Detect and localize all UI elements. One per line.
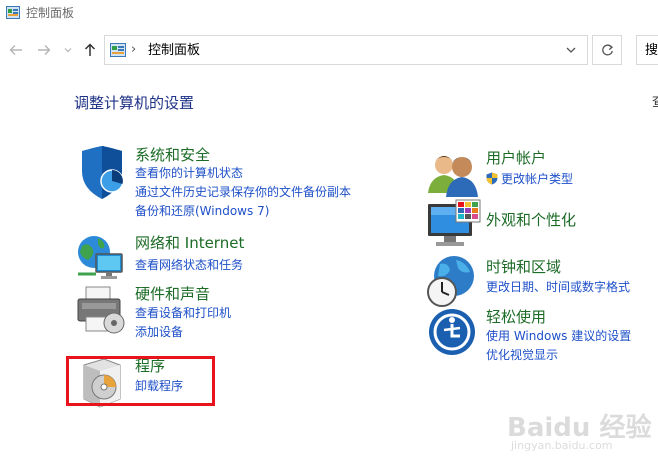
link-view-computer-status[interactable]: 查看你的计算机状态 bbox=[135, 165, 243, 181]
control-panel-icon bbox=[110, 43, 126, 57]
arrow-right-icon bbox=[38, 45, 51, 55]
forward-button[interactable] bbox=[34, 40, 54, 60]
arrow-up-icon bbox=[84, 43, 96, 56]
control-panel-icon bbox=[6, 6, 20, 19]
refresh-button[interactable] bbox=[592, 35, 622, 65]
link-optimize-visual-display[interactable]: 优化视觉显示 bbox=[486, 347, 558, 363]
link-add-device[interactable]: 添加设备 bbox=[135, 324, 183, 340]
link-recommended-settings[interactable]: 使用 Windows 建议的设置 bbox=[486, 328, 631, 344]
highlight-box bbox=[66, 356, 215, 406]
window-title: 控制面板 bbox=[26, 6, 75, 20]
watermark-sub-text: jingyan.baidu.com bbox=[511, 439, 613, 452]
back-button[interactable] bbox=[6, 40, 26, 60]
category-title-user-accounts[interactable]: 用户帐户 bbox=[486, 148, 546, 168]
user-accounts-icon[interactable] bbox=[426, 147, 482, 203]
link-change-account-type[interactable]: 更改帐户类型 bbox=[486, 171, 573, 187]
category-title-clock-region[interactable]: 时钟和区域 bbox=[486, 257, 561, 277]
refresh-icon bbox=[601, 43, 613, 55]
view-by-label[interactable]: 查 bbox=[652, 94, 658, 112]
chevron-down-icon bbox=[64, 48, 72, 53]
globe-network-icon[interactable] bbox=[74, 232, 130, 288]
up-button[interactable] bbox=[80, 40, 100, 60]
printer-icon[interactable] bbox=[74, 283, 130, 339]
search-placeholder: 搜 bbox=[645, 43, 658, 58]
ease-of-access-icon[interactable] bbox=[426, 306, 482, 362]
category-title-appearance[interactable]: 外观和个性化 bbox=[486, 210, 576, 230]
chevron-down-icon[interactable] bbox=[565, 45, 577, 55]
breadcrumb-separator: › bbox=[131, 42, 137, 57]
uac-shield-icon bbox=[486, 172, 498, 185]
category-title-system-security[interactable]: 系统和安全 bbox=[135, 145, 210, 165]
link-view-network-status[interactable]: 查看网络状态和任务 bbox=[135, 257, 243, 273]
arrow-left-icon bbox=[9, 45, 22, 55]
appearance-monitor-icon[interactable] bbox=[426, 198, 482, 254]
category-title-hardware-sound[interactable]: 硬件和声音 bbox=[135, 284, 210, 304]
search-input[interactable]: 搜 bbox=[636, 35, 658, 65]
link-backup-restore[interactable]: 备份和还原(Windows 7) bbox=[135, 203, 269, 219]
link-file-history-backup[interactable]: 通过文件历史记录保存你的文件备份副本 bbox=[135, 184, 351, 200]
clock-globe-icon[interactable] bbox=[426, 254, 482, 310]
category-title-ease-of-access[interactable]: 轻松使用 bbox=[486, 307, 546, 327]
link-devices-printers[interactable]: 查看设备和打印机 bbox=[135, 305, 231, 321]
category-title-network-internet[interactable]: 网络和 Internet bbox=[135, 233, 244, 253]
navigation-bar: › 控制面板 搜 bbox=[0, 30, 658, 70]
address-bar[interactable]: › 控制面板 bbox=[104, 35, 588, 65]
title-bar: 控制面板 bbox=[0, 0, 658, 28]
baidu-watermark: Baidu 经验 jingyan.baidu.com bbox=[505, 405, 655, 460]
recent-locations-button[interactable] bbox=[62, 40, 74, 60]
breadcrumb-location[interactable]: 控制面板 bbox=[148, 42, 200, 60]
link-change-date-time-format[interactable]: 更改日期、时间或数字格式 bbox=[486, 279, 630, 295]
shield-icon[interactable] bbox=[74, 145, 130, 201]
link-change-account-type-label: 更改帐户类型 bbox=[501, 172, 574, 186]
page-title: 调整计算机的设置 bbox=[74, 94, 195, 112]
